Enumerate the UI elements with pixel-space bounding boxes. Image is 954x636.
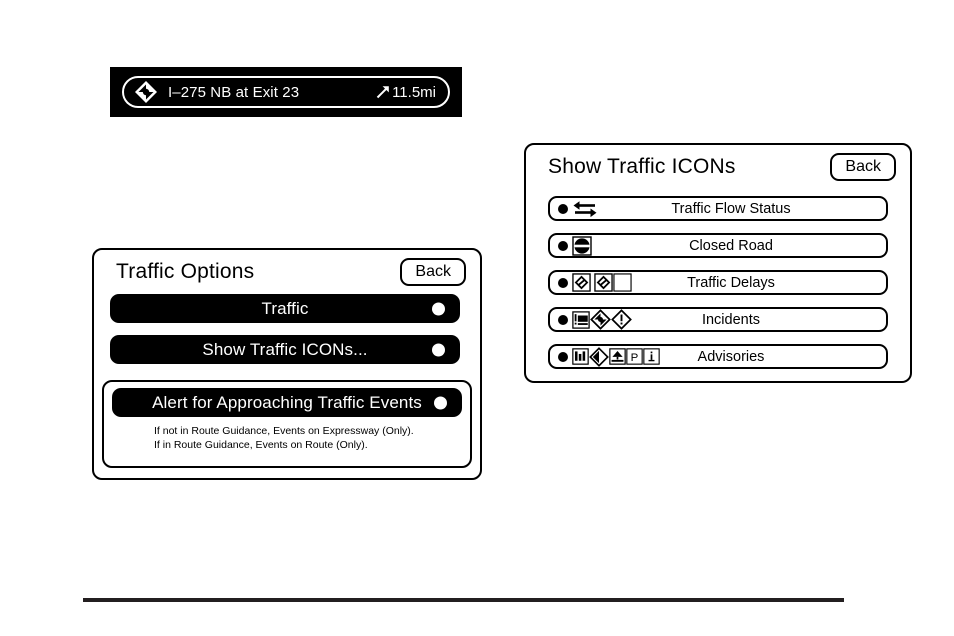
option-row-traffic[interactable]: Traffic xyxy=(110,294,460,323)
icon-group-closed-road xyxy=(572,235,592,256)
row-bullet-icon xyxy=(558,314,568,325)
alert-option-group: Alert for Approaching Traffic Events If … xyxy=(102,380,472,468)
icon-row-closed-road[interactable]: Closed Road xyxy=(548,233,888,258)
banner-distance-value: 11.5mi xyxy=(392,83,436,101)
icon-group-incidents xyxy=(572,309,632,330)
option-row-show-traffic-icons-indicator[interactable] xyxy=(432,343,445,356)
icon-group-traffic-delays xyxy=(572,273,632,292)
show-traffic-icons-list: Traffic Flow Status Closed Road Traffic … xyxy=(548,196,888,369)
option-row-alert-approaching-events-label: Alert for Approaching Traffic Events xyxy=(152,392,422,412)
page-bottom-rule xyxy=(83,598,844,602)
row-bullet-icon xyxy=(558,351,568,362)
advisory-scene-box-icon xyxy=(609,348,626,365)
traffic-status-banner-frame: I–275 NB at Exit 23 11.5mi xyxy=(122,76,450,108)
row-bullet-icon xyxy=(558,203,568,214)
alert-option-notes: If not in Route Guidance, Events on Expr… xyxy=(154,424,414,452)
option-row-alert-approaching-events-indicator[interactable] xyxy=(434,396,447,409)
banner-distance-group: 11.5mi xyxy=(376,84,436,101)
option-row-traffic-indicator[interactable] xyxy=(432,302,445,315)
empty-box-icon xyxy=(613,273,632,292)
exclamation-diamond-icon xyxy=(611,309,632,330)
icon-group-advisories: P xyxy=(572,346,660,367)
incident-box-icon xyxy=(572,310,590,329)
row-bullet-icon xyxy=(558,240,568,251)
arrow-northeast-icon xyxy=(376,85,390,99)
traffic-options-back-button[interactable]: Back xyxy=(400,257,466,287)
traffic-options-header: Traffic Options Back xyxy=(94,250,480,294)
svg-text:P: P xyxy=(631,352,639,364)
show-traffic-icons-title: Show Traffic ICONs xyxy=(548,155,736,178)
alert-note-line-1: If not in Route Guidance, Events on Expr… xyxy=(154,425,414,437)
delay-diamond-boxed-icon xyxy=(594,273,613,292)
icon-row-closed-road-label: Closed Road xyxy=(689,237,773,254)
icon-group-traffic-flow-status xyxy=(572,200,598,218)
icon-row-incidents[interactable]: Incidents xyxy=(548,307,888,332)
two-way-arrows-icon xyxy=(572,200,598,218)
show-traffic-icons-back-button[interactable]: Back xyxy=(830,152,896,182)
icon-row-traffic-flow-status[interactable]: Traffic Flow Status xyxy=(548,196,888,221)
delay-diamond-boxed-icon xyxy=(572,273,591,292)
closed-road-icon xyxy=(572,235,592,256)
option-row-alert-approaching-events[interactable]: Alert for Approaching Traffic Events xyxy=(112,388,462,417)
alert-note-line-2: If in Route Guidance, Events on Route (O… xyxy=(154,439,368,451)
banner-road-label: I–275 NB at Exit 23 xyxy=(168,83,300,101)
traffic-status-banner: I–275 NB at Exit 23 11.5mi xyxy=(110,67,462,117)
icon-row-traffic-flow-status-label: Traffic Flow Status xyxy=(671,200,791,217)
advisory-diamond-icon xyxy=(589,346,609,367)
icon-row-advisories[interactable]: P Advisories xyxy=(548,344,888,369)
option-row-show-traffic-icons-label: Show Traffic ICONs... xyxy=(202,339,368,359)
row-bullet-icon xyxy=(558,277,568,288)
incident-diamond-icon xyxy=(590,309,611,330)
option-row-show-traffic-icons[interactable]: Show Traffic ICONs... xyxy=(110,335,460,364)
parking-p-box-icon: P xyxy=(626,348,643,365)
advisory-box-icon xyxy=(572,348,589,365)
traffic-diamond-icon xyxy=(134,80,158,104)
information-i-box-icon xyxy=(643,348,660,365)
traffic-options-title: Traffic Options xyxy=(116,260,255,283)
icon-row-traffic-delays[interactable]: Traffic Delays xyxy=(548,270,888,295)
option-row-traffic-label: Traffic xyxy=(261,298,309,318)
show-traffic-icons-header: Show Traffic ICONs Back xyxy=(526,145,910,189)
